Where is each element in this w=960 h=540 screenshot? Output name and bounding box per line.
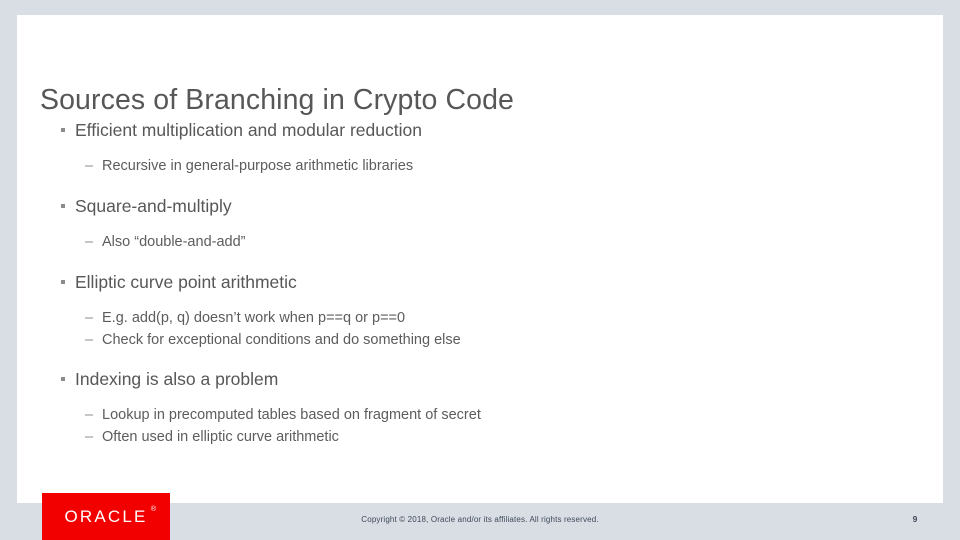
bullet-level2-label: Often used in elliptic curve arithmetic <box>102 429 339 445</box>
bullet-group-1: Efficient multiplication and modular red… <box>40 119 920 176</box>
registered-trademark-icon: ® <box>150 506 156 513</box>
bullet-level2: – Also “double-and-add” <box>40 233 920 252</box>
bullet-level1-label: Efficient multiplication and modular red… <box>75 120 422 140</box>
bullet-dash-icon: – <box>85 332 94 348</box>
bullet-level2: – Lookup in precomputed tables based on … <box>40 406 920 425</box>
bullet-level2-label: Lookup in precomputed tables based on fr… <box>102 407 481 423</box>
bullet-dot-icon <box>61 280 65 284</box>
bullet-dot-icon <box>61 377 65 381</box>
bullet-group-3: Elliptic curve point arithmetic – E.g. a… <box>40 271 920 350</box>
bullet-dash-icon: – <box>85 429 94 445</box>
bullet-level2-label: Recursive in general-purpose arithmetic … <box>102 158 414 174</box>
bullet-dot-icon <box>61 128 65 132</box>
bullet-level2-label: Check for exceptional conditions and do … <box>102 332 461 348</box>
bullet-level1-label: Indexing is also a problem <box>75 369 279 389</box>
bullet-dot-icon <box>61 204 65 208</box>
slide-viewer: Sources of Branching in Crypto Code Effi… <box>0 0 960 540</box>
bullet-level2-label: Also “double-and-add” <box>102 234 246 250</box>
bullet-group-2: Square-and-multiply – Also “double-and-a… <box>40 195 920 252</box>
bullet-level1: Indexing is also a problem <box>40 368 920 390</box>
slide-body: Efficient multiplication and modular red… <box>40 119 920 450</box>
bullet-level1: Elliptic curve point arithmetic <box>40 271 920 293</box>
bullet-level2: – Recursive in general-purpose arithmeti… <box>40 157 920 176</box>
copyright-text: Copyright © 2018, Oracle and/or its affi… <box>361 515 599 524</box>
bullet-group-4: Indexing is also a problem – Lookup in p… <box>40 368 920 447</box>
bullet-level1-label: Elliptic curve point arithmetic <box>75 272 297 292</box>
bullet-level2: – Check for exceptional conditions and d… <box>40 331 920 350</box>
bullet-dash-icon: – <box>85 407 94 423</box>
page-title: Sources of Branching in Crypto Code <box>40 84 515 117</box>
bullet-level1: Efficient multiplication and modular red… <box>40 119 920 141</box>
slide-page: Sources of Branching in Crypto Code Effi… <box>17 15 943 503</box>
bullet-level1-label: Square-and-multiply <box>75 196 232 216</box>
bullet-level2-label: E.g. add(p, q) doesn’t work when p==q or… <box>102 310 406 326</box>
bullet-level2: – Often used in elliptic curve arithmeti… <box>40 428 920 447</box>
bullet-dash-icon: – <box>85 158 94 174</box>
bullet-level1: Square-and-multiply <box>40 195 920 217</box>
bullet-dash-icon: – <box>85 234 94 250</box>
bullet-level2: – E.g. add(p, q) doesn’t work when p==q … <box>40 309 920 328</box>
page-number: 9 <box>912 514 918 524</box>
bullet-dash-icon: – <box>85 310 94 326</box>
